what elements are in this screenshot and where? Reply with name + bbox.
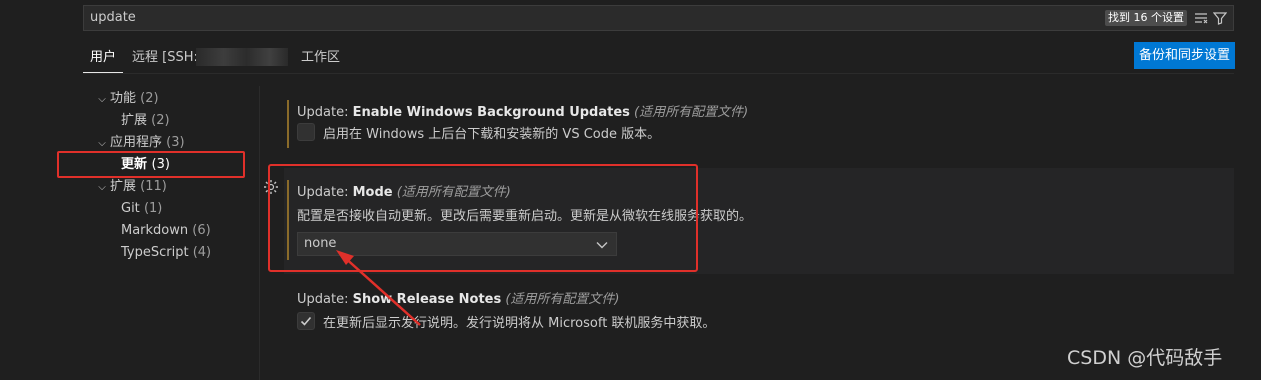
annotation-arrow bbox=[336, 250, 421, 326]
watermark: CSDN @代码敌手 bbox=[1067, 347, 1223, 369]
